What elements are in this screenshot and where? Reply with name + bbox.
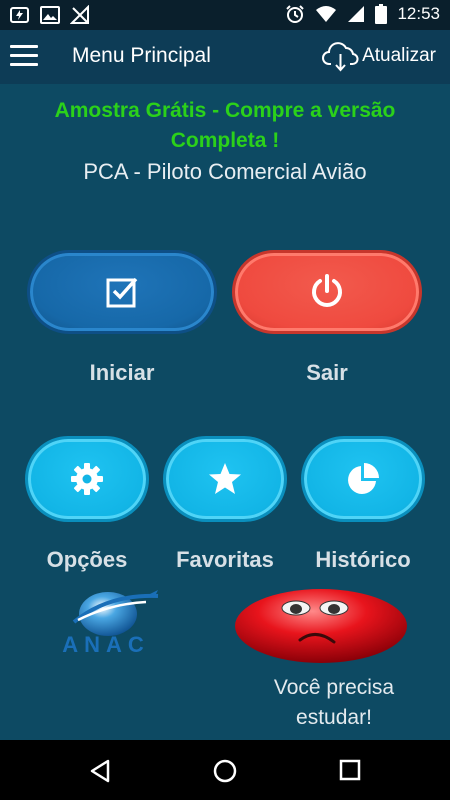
svg-text:ANAC: ANAC [62,632,150,657]
status-right-icons: 12:53 [285,4,440,24]
study-message: Você precisa estudar! [248,673,420,733]
start-button[interactable] [27,250,217,334]
pie-chart-icon [348,463,379,494]
battery-icon [375,4,388,24]
clock-time: 12:53 [397,4,440,23]
page-title: Menu Principal [72,44,211,67]
power-icon [312,274,342,307]
hamburger-menu-icon[interactable] [10,45,38,69]
study-line-2: estudar! [296,706,372,729]
promo-line-2: Completa ! [170,129,280,152]
study-line-1: Você precisa [273,676,395,699]
sad-face-icon [235,589,407,663]
recent-apps-icon[interactable] [339,759,361,781]
anac-logo: ANAC [62,590,159,657]
history-button[interactable] [301,436,425,522]
home-icon[interactable] [212,758,238,784]
app-bar: Menu Principal Atualizar [0,30,450,84]
gear-icon [71,463,103,495]
start-label: Iniciar [89,360,155,385]
status-bar: 12:53 [0,0,450,30]
exit-button[interactable] [232,250,422,334]
alarm-icon [286,5,305,23]
refresh-label: Atualizar [362,45,436,66]
history-label: Histórico [315,547,411,572]
options-label: Opções [46,547,128,572]
star-icon [209,463,241,494]
signal-icon [348,6,365,22]
promo-line-1: Amostra Grátis - Compre a versão [54,99,396,122]
promo-banner[interactable]: Amostra Grátis - Compre a versão Complet… [0,96,450,156]
cloud-download-icon [322,42,359,72]
checkbox-icon [106,277,138,308]
image-icon [40,6,60,24]
battery-charging-icon [10,7,29,23]
favorites-label: Favoritas [176,547,274,572]
back-icon[interactable] [88,758,112,784]
wifi-icon [316,6,337,22]
course-title: PCA - Piloto Comercial Avião [83,159,367,184]
no-signal-icon [70,5,89,24]
favorites-button[interactable] [163,436,287,522]
status-left-icons [10,5,90,25]
refresh-button[interactable]: Atualizar [322,40,436,72]
exit-label: Sair [306,360,348,385]
options-button[interactable] [25,436,149,522]
navigation-bar [0,740,450,800]
